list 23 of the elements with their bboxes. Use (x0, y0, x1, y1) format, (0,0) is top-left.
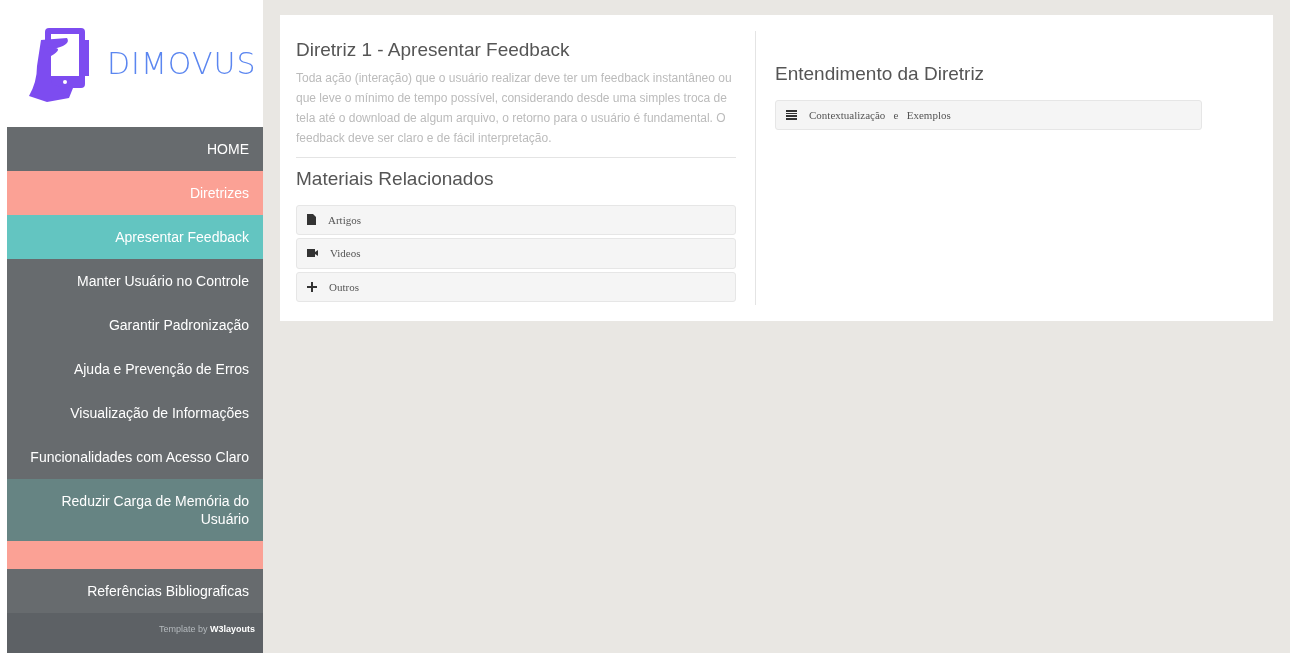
section-title: Materiais Relacionados (296, 167, 495, 191)
nav-item[interactable]: Reduzir Carga de Memória do Usuário (7, 479, 263, 541)
material-item[interactable]: Outros (296, 271, 736, 303)
nav-item[interactable]: Funcionalidades com Acesso Claro (7, 435, 263, 479)
material-item[interactable]: Videos (296, 238, 736, 269)
brand-name: DIMOVUS (107, 45, 257, 83)
material-item[interactable]: Contextualização e Exemplos (775, 99, 1202, 131)
nav-item[interactable]: Referências Bibliograficas (7, 569, 263, 613)
nav-item[interactable]: HOME (7, 127, 263, 171)
document-icon (307, 214, 316, 226)
material-item[interactable]: Artigos (296, 204, 736, 236)
nav-item[interactable]: Manter Usuário no Controle (7, 259, 263, 303)
nav-item[interactable]: Garantir Padronização (7, 303, 263, 347)
footer-link[interactable]: W3layouts (210, 624, 255, 634)
list-icon (786, 110, 797, 121)
section-title: Diretriz 1 - Apresentar Feedback (296, 39, 571, 62)
nav-item[interactable]: Ajuda e Prevenção de Erros (7, 347, 263, 391)
section-title: Entendimento da Diretriz (775, 63, 986, 86)
footer-text: Template by (158, 624, 209, 634)
description-text: Toda ação (interação) que o usuário realizar deve ter um feedback instantâneo ou que leve o mínimo de tempo possível, considerando desde uma simples troca de tela até o download de algum arquivo, o retorno para o usuário é fundamental. O feedback deve ser claro e de fácil interpretação. (296, 67, 736, 158)
nav-item[interactable]: Visualização de Informações (7, 391, 263, 435)
plus-icon (307, 281, 317, 292)
video-camera-icon (307, 249, 318, 258)
